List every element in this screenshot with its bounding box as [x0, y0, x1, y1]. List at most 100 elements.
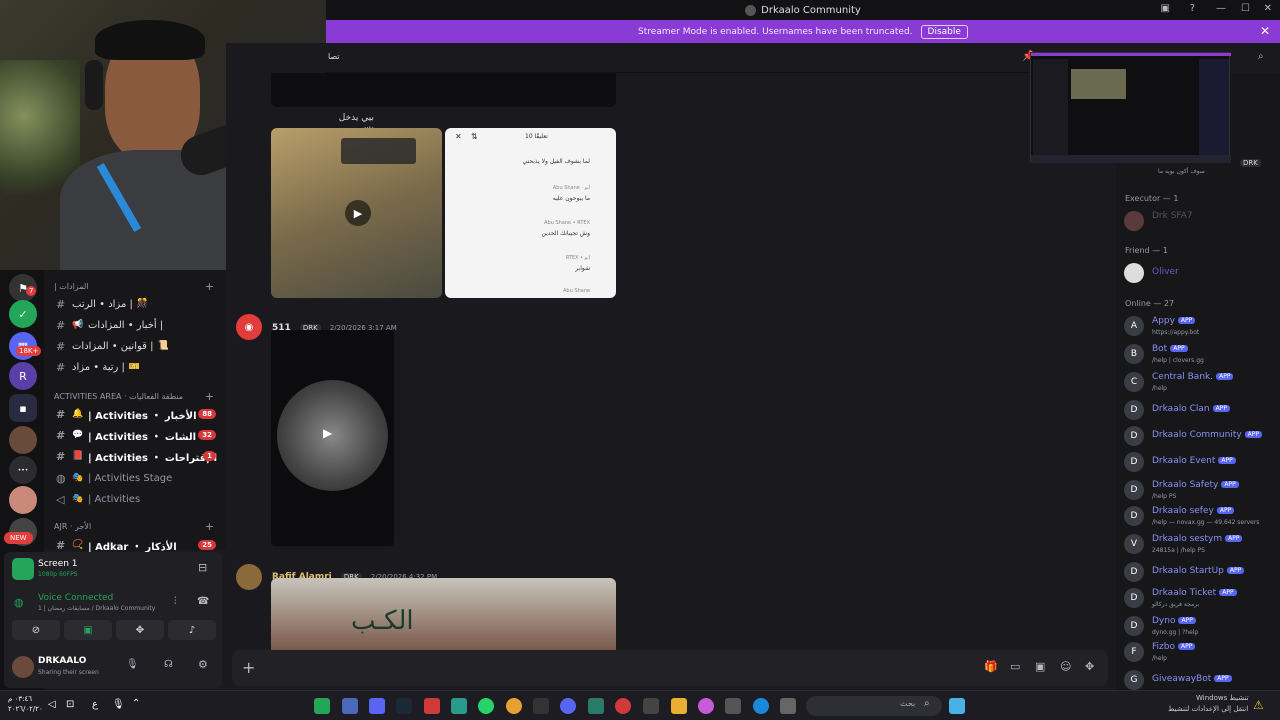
apps-icon[interactable]: ✥	[1085, 660, 1094, 673]
app-icon[interactable]	[643, 698, 659, 714]
add-channel-icon[interactable]: +	[205, 280, 214, 293]
app-icon[interactable]	[424, 698, 440, 714]
app-icon[interactable]	[615, 698, 631, 714]
app-icon[interactable]	[369, 698, 385, 714]
member-item[interactable]: D Drkaalo sefey APP/help — novax.gg — 49,6…	[1124, 504, 1280, 530]
voice-status[interactable]: Voice Connected	[38, 593, 113, 603]
disconnect-icon[interactable]: ☎	[197, 596, 209, 607]
chevron-up-icon[interactable]: ⌃	[132, 698, 140, 709]
member-item[interactable]: D Drkaalo Safety APP/help PS	[1124, 478, 1280, 504]
avatar[interactable]: ◉	[236, 314, 262, 340]
volume-icon[interactable]: ◁	[48, 699, 56, 710]
channel-item[interactable]: # 📢 أخبار • المزادات |	[56, 316, 222, 334]
member-item[interactable]: B Bot APP/help | clovers.gg	[1124, 342, 1280, 368]
help-icon[interactable]: ?	[1190, 3, 1195, 14]
server-icon[interactable]: •••	[9, 456, 37, 484]
category-header[interactable]: ACTIVITIES AREA · منطقة الفعاليات	[54, 392, 183, 401]
channel-item[interactable]: # قوانين • المزادات | 📜	[56, 337, 222, 355]
inbox-icon[interactable]: ▣	[1161, 3, 1170, 14]
stop-stream-icon[interactable]: ⊟	[198, 561, 207, 574]
add-channel-icon[interactable]: +	[205, 390, 214, 403]
avatar[interactable]	[236, 564, 262, 590]
member-item[interactable]: D Drkaalo StartUp APP	[1124, 560, 1280, 586]
steam-icon[interactable]	[396, 698, 412, 714]
shield-icon[interactable]	[342, 698, 358, 714]
channel-item[interactable]: # مزاد • الرتب | 🎊	[56, 295, 222, 313]
app-icon[interactable]	[588, 698, 604, 714]
server-icon[interactable]: ✓	[9, 300, 37, 328]
app-icon[interactable]	[314, 698, 330, 714]
keyboard-language[interactable]: ع	[92, 699, 98, 710]
app-icon[interactable]	[725, 698, 741, 714]
microphone-icon[interactable]: 🎙	[112, 699, 125, 710]
message-composer[interactable]: + 🎁 ▭ ▣ ☺ ✥	[232, 650, 1108, 686]
video-attachment[interactable]: ▶	[271, 330, 394, 546]
stream-preview-thumbnail[interactable]	[1030, 52, 1231, 163]
close-banner-icon[interactable]: ✕	[1260, 24, 1270, 38]
channel-item[interactable]: # 📕 | Activities ・ الإقتراحات 1	[56, 447, 222, 465]
whatsapp-icon[interactable]	[478, 698, 494, 714]
image-attachment-top[interactable]	[271, 73, 616, 107]
folder-icon[interactable]: ▪	[9, 394, 37, 422]
folder-icon[interactable]	[671, 698, 687, 714]
video-attachment[interactable]: ▶	[271, 128, 442, 298]
search-box[interactable]: بحث ⌕	[806, 696, 942, 716]
server-icon[interactable]: R	[9, 362, 37, 390]
warning-icon[interactable]: ⚠	[1253, 698, 1264, 712]
network-icon[interactable]: ⊡	[66, 699, 74, 710]
app-icon[interactable]	[780, 698, 796, 714]
member-item[interactable]: F Fizbo APP/help	[1124, 640, 1280, 666]
video-attachment[interactable]: الكـب	[271, 578, 616, 650]
member-item[interactable]: A Appy APP https://appy.bot	[1124, 314, 1280, 340]
avatar[interactable]	[12, 656, 34, 678]
member-item[interactable]: D Drkaalo Community APP	[1124, 424, 1280, 450]
member-item[interactable]: C Central Bank. APP/help	[1124, 370, 1280, 396]
member-item[interactable]: D Drkaalo Clan APP	[1124, 398, 1280, 424]
noise-suppression-icon[interactable]: ⫶	[174, 596, 177, 607]
disable-streamer-mode-button[interactable]: Disable	[920, 24, 968, 39]
minimize-icon[interactable]: —	[1216, 3, 1226, 14]
channel-item[interactable]: # 🔔 | Activities ・ الأخبار 88	[56, 405, 222, 423]
app-icon[interactable]	[451, 698, 467, 714]
member-item[interactable]: V Drkaalo sestym APP 24815a | /help PS	[1124, 532, 1280, 558]
member-item[interactable]: Oliver	[1124, 261, 1280, 287]
microphone-icon[interactable]: 🎙	[126, 659, 139, 670]
member-item[interactable]: D Drkaalo Event APP	[1124, 450, 1280, 476]
windows-start-icon[interactable]	[949, 698, 965, 714]
settings-gear-icon[interactable]: ⚙	[198, 658, 208, 671]
gif-icon[interactable]: ▭	[1010, 660, 1020, 673]
search-icon[interactable]: ⌕	[1258, 51, 1264, 62]
category-header[interactable]: AJR · الأجر	[54, 522, 91, 531]
username[interactable]: DRKAALO	[38, 656, 86, 666]
channel-item[interactable]: # رتبة • مزاد | 🎫	[56, 358, 222, 376]
clock-time[interactable]: ٠٣:٤٦ م	[8, 694, 32, 705]
edge-icon[interactable]	[753, 698, 769, 714]
member-item[interactable]: D Drkaalo Ticket APP برمجة فريق دركالو	[1124, 586, 1280, 612]
soundboard-button[interactable]: ♪	[168, 620, 216, 640]
comments-screenshot[interactable]: ✕ ⇅ 10 تعليقًا لما بشوف الفيل ولا يذبحني…	[445, 128, 616, 298]
server-icon[interactable]	[9, 426, 37, 454]
activities-button[interactable]: ✥	[116, 620, 164, 640]
add-attachment-icon[interactable]: +	[242, 658, 255, 677]
app-icon[interactable]	[533, 698, 549, 714]
camera-off-button[interactable]: ⊘	[12, 620, 60, 640]
member-item[interactable]: Drk SFA7	[1124, 209, 1280, 235]
headphones-icon[interactable]: ☊	[164, 659, 173, 670]
play-icon[interactable]: ▶	[345, 200, 371, 226]
category-header[interactable]: | المزادات	[54, 282, 89, 291]
add-channel-icon[interactable]: +	[205, 520, 214, 533]
play-icon[interactable]: ▶	[323, 426, 332, 440]
app-icon[interactable]	[698, 698, 714, 714]
close-window-icon[interactable]: ✕	[1264, 3, 1272, 14]
sticker-icon[interactable]: ▣	[1035, 660, 1045, 673]
voice-channel-item[interactable]: ◁ 🎭 | Activities	[56, 490, 222, 508]
clock-date[interactable]: ٢٠٢٦/٠٢/٢٠	[8, 705, 43, 713]
discord-icon[interactable]	[560, 698, 576, 714]
emoji-icon[interactable]: ☺	[1060, 660, 1071, 673]
member-item[interactable]: D Dyno APP dyno.gg | ?help	[1124, 614, 1280, 640]
channel-item[interactable]: # 💬 | Activities ・ الشات 32	[56, 426, 222, 444]
gift-icon[interactable]: 🎁	[984, 660, 998, 673]
stage-channel-item[interactable]: ◍ 🎭 | Activities Stage	[56, 469, 222, 487]
server-icon[interactable]	[9, 486, 37, 514]
maximize-icon[interactable]: ☐	[1241, 3, 1250, 14]
